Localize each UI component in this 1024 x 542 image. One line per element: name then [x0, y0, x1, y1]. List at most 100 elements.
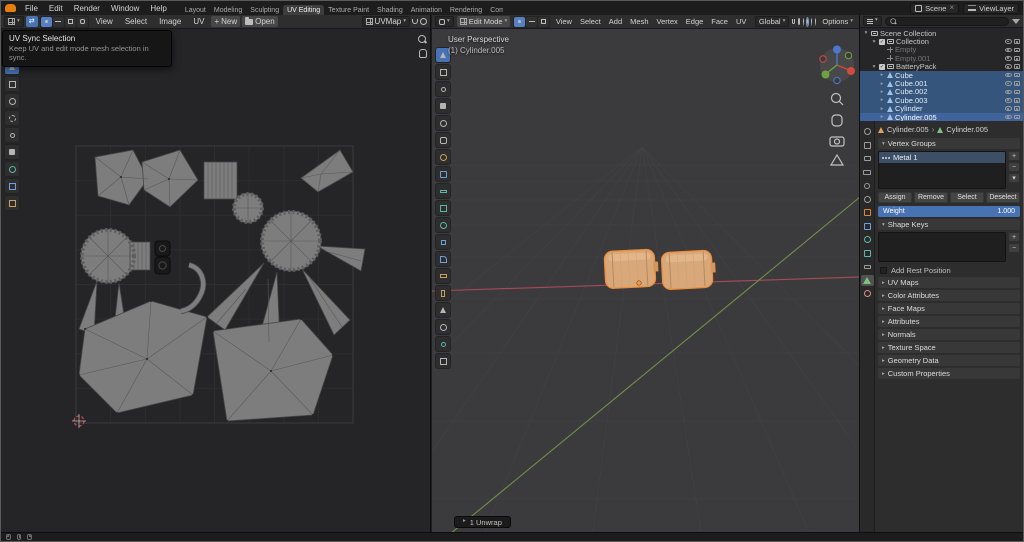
- assign-button[interactable]: Assign: [878, 192, 912, 203]
- tool-loop-cut[interactable]: [435, 268, 451, 284]
- outliner-row-scene-collection[interactable]: ▾ Scene Collection: [860, 29, 1023, 37]
- disable-render-icon[interactable]: [1014, 106, 1021, 111]
- tool-spin[interactable]: [435, 319, 451, 335]
- tool-annotate[interactable]: [435, 166, 451, 182]
- uv-snap-icon[interactable]: [412, 19, 418, 24]
- tab-scene[interactable]: [861, 180, 874, 191]
- outliner-editor-type-button[interactable]: ▾: [863, 16, 882, 26]
- add-rest-position-checkbox[interactable]: [880, 267, 887, 274]
- proportional-edit-icon[interactable]: [798, 18, 801, 25]
- deselect-button[interactable]: Deselect: [986, 192, 1020, 203]
- uv-tool-transform[interactable]: [4, 195, 20, 211]
- disclosure-icon[interactable]: ▾: [871, 64, 877, 70]
- vp-menu-face[interactable]: Face: [709, 17, 731, 26]
- shading-solid-icon[interactable]: [807, 18, 808, 26]
- weight-slider[interactable]: Weight 1.000: [878, 206, 1020, 217]
- disable-render-icon[interactable]: [1014, 48, 1021, 53]
- disable-render-icon[interactable]: [1014, 73, 1021, 78]
- operator-panel[interactable]: ▸ 1 Unwrap: [454, 516, 511, 528]
- outliner-row-cube[interactable]: ▸ Cube: [860, 71, 1023, 79]
- section-attributes[interactable]: ▸ Attributes: [878, 316, 1020, 327]
- menu-edit[interactable]: Edit: [44, 4, 68, 13]
- scene-unlink-icon[interactable]: ×: [949, 4, 954, 12]
- shape-keys-list[interactable]: [878, 232, 1006, 262]
- hide-viewport-icon[interactable]: [1005, 90, 1012, 95]
- vp-menu-select[interactable]: Select: [577, 17, 603, 26]
- uv-canvas[interactable]: UV Sync Selection Keep UV and edit mode …: [1, 29, 430, 532]
- menu-window[interactable]: Window: [106, 4, 144, 13]
- tool-select-box[interactable]: [435, 64, 451, 80]
- outliner-row-cube-001[interactable]: ▸ Cube.001: [860, 79, 1023, 87]
- section-texture-space[interactable]: ▸ Texture Space: [878, 342, 1020, 353]
- tool-extrude[interactable]: [435, 217, 451, 233]
- shading-rendered-icon[interactable]: [815, 18, 816, 26]
- mode-selector[interactable]: Edit Mode ▾: [457, 16, 511, 27]
- disable-render-icon[interactable]: [1014, 39, 1021, 44]
- uv-sync-selection-toggle[interactable]: ⇄: [26, 16, 38, 27]
- tool-smooth[interactable]: [435, 336, 451, 352]
- transform-orientation-selector[interactable]: Global ▾: [755, 16, 789, 27]
- uv-map-selector[interactable]: UVMap ▾: [362, 16, 410, 27]
- disclosure-icon[interactable]: ▸: [879, 106, 885, 112]
- section-uv-maps[interactable]: ▸ UV Maps: [878, 277, 1020, 288]
- hide-viewport-icon[interactable]: [1005, 98, 1012, 103]
- edge-mode-button[interactable]: [526, 17, 537, 27]
- vertex-group-specials-button[interactable]: ▾: [1008, 173, 1020, 183]
- hide-viewport-icon[interactable]: [1005, 64, 1012, 69]
- tab-output[interactable]: [861, 153, 874, 164]
- breadcrumb-object-name[interactable]: Cylinder.005: [887, 125, 929, 134]
- tab-object[interactable]: [861, 207, 874, 218]
- uv-islands-graphic[interactable]: [1, 29, 430, 532]
- vertex-groups-list[interactable]: Metal 1: [878, 151, 1006, 189]
- tab-view-layer[interactable]: [861, 167, 874, 178]
- uv-tool-select-box[interactable]: [4, 76, 20, 92]
- shading-material-icon[interactable]: [811, 18, 812, 26]
- uv-select-vertex-button[interactable]: [41, 17, 52, 27]
- vp-menu-uv[interactable]: UV: [733, 17, 748, 26]
- vertex-group-item[interactable]: Metal 1: [879, 152, 1005, 163]
- workspace-tab-animation[interactable]: Animation: [407, 5, 446, 15]
- workspace-tab-rendering[interactable]: Rendering: [446, 5, 486, 15]
- pan-hand-icon[interactable]: [419, 49, 427, 58]
- face-mode-button[interactable]: [538, 17, 549, 27]
- disable-render-icon[interactable]: [1014, 56, 1021, 61]
- uv-menu-uv[interactable]: UV: [188, 17, 209, 26]
- vp-menu-view[interactable]: View: [553, 17, 574, 26]
- tool-bevel[interactable]: [435, 251, 451, 267]
- uv-select-island-button[interactable]: [77, 17, 88, 27]
- tool-inset[interactable]: [435, 234, 451, 250]
- uv-menu-image[interactable]: Image: [154, 17, 186, 26]
- scene-graphic[interactable]: [432, 29, 859, 532]
- tool-shear[interactable]: [435, 353, 451, 369]
- disclosure-icon[interactable]: ▸: [879, 114, 885, 120]
- add-vertex-group-button[interactable]: +: [1008, 151, 1020, 161]
- uv-tool-select-lasso[interactable]: [4, 110, 20, 126]
- remove-button[interactable]: Remove: [914, 192, 948, 203]
- section-shape-keys[interactable]: ▾ Shape Keys: [878, 219, 1020, 230]
- tab-modifiers[interactable]: [861, 221, 874, 232]
- outliner-row-empty-001[interactable]: Empty.001: [860, 54, 1023, 62]
- workspace-tab-texture-paint[interactable]: Texture Paint: [324, 5, 373, 15]
- section-normals[interactable]: ▸ Normals: [878, 329, 1020, 340]
- workspace-tab-shading[interactable]: Shading: [373, 5, 407, 15]
- uv-select-edge-button[interactable]: [53, 17, 64, 27]
- image-new-button[interactable]: + New: [211, 16, 240, 27]
- hide-viewport-icon[interactable]: [1005, 81, 1012, 86]
- disable-render-icon[interactable]: [1014, 90, 1021, 95]
- outliner-row-cylinder[interactable]: ▸ Cylinder: [860, 105, 1023, 113]
- tab-material[interactable]: [861, 288, 874, 299]
- tool-measure[interactable]: [435, 183, 451, 199]
- hide-viewport-icon[interactable]: [1005, 106, 1012, 111]
- uv-tool-rotate[interactable]: [4, 161, 20, 177]
- workspace-tab-modeling[interactable]: Modeling: [210, 5, 246, 15]
- collection-checkbox[interactable]: ✓: [879, 64, 885, 70]
- section-geometry-data[interactable]: ▸ Geometry Data: [878, 355, 1020, 366]
- workspace-tab-compositing[interactable]: Compositing: [486, 5, 503, 15]
- outliner-row-batterypack[interactable]: ▾ ✓ BatteryPack: [860, 63, 1023, 71]
- tab-physics[interactable]: [861, 248, 874, 259]
- hide-viewport-icon[interactable]: [1005, 73, 1012, 78]
- hide-viewport-icon[interactable]: [1005, 48, 1012, 53]
- tool-rotate[interactable]: [435, 115, 451, 131]
- disable-render-icon[interactable]: [1014, 81, 1021, 86]
- tab-object-data[interactable]: [861, 275, 874, 286]
